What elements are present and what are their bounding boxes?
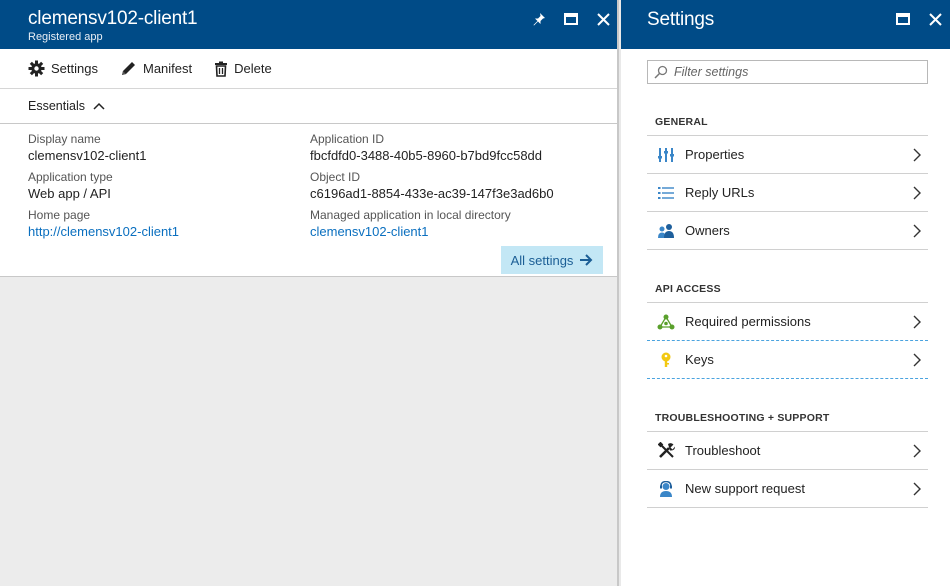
application-type-label: Application type (28, 170, 113, 184)
display-name-value: clemensv102-client1 (28, 148, 147, 163)
manifest-command[interactable]: Manifest (120, 60, 192, 77)
essentials-toggle[interactable]: Essentials (0, 89, 617, 124)
general-section: GENERAL Properties Reply URLs Owners (647, 109, 928, 250)
display-name-label: Display name (28, 132, 101, 146)
settings-item-label: Keys (685, 352, 714, 367)
app-blade-content: Settings Manifest Delete Essentials Disp… (0, 49, 617, 277)
chevron-right-icon (913, 482, 921, 496)
settings-item-new-support-request[interactable]: New support request (647, 470, 928, 508)
chevron-right-icon (913, 444, 921, 458)
settings-item-owners[interactable]: Owners (647, 212, 928, 250)
arrow-right-icon (580, 254, 593, 266)
settings-item-label: Reply URLs (685, 185, 755, 200)
settings-command[interactable]: Settings (28, 60, 98, 77)
app-blade-header: clemensv102-client1 Registered app (0, 0, 617, 49)
settings-item-troubleshoot[interactable]: Troubleshoot (647, 432, 928, 470)
managed-app-label: Managed application in local directory (310, 208, 511, 222)
essentials-panel: Display name clemensv102-client1 Applica… (0, 124, 617, 274)
home-page-link[interactable]: http://clemensv102-client1 (28, 223, 179, 240)
all-settings-label: All settings (510, 252, 574, 268)
chevron-right-icon (913, 353, 921, 367)
settings-item-required-permissions[interactable]: Required permissions (647, 303, 928, 341)
section-heading: TROUBLESHOOTING + SUPPORT (647, 405, 928, 432)
application-id-label: Application ID (310, 132, 385, 146)
home-page-label: Home page (28, 208, 91, 222)
properties-icon (657, 146, 675, 164)
tools-icon (657, 442, 675, 460)
settings-item-label: Troubleshoot (685, 443, 761, 458)
app-blade: clemensv102-client1 Registered app Setti… (0, 0, 619, 586)
chevron-right-icon (913, 315, 921, 329)
settings-item-keys[interactable]: Keys (647, 341, 928, 379)
chevron-right-icon (913, 186, 921, 200)
pencil-icon (121, 62, 135, 75)
troubleshooting-section: TROUBLESHOOTING + SUPPORT Troubleshoot N… (647, 405, 928, 508)
section-heading: API ACCESS (647, 276, 928, 303)
chevron-up-icon (93, 102, 105, 110)
settings-item-reply-urls[interactable]: Reply URLs (647, 174, 928, 212)
maximize-icon[interactable] (555, 8, 587, 30)
settings-item-label: New support request (685, 481, 805, 496)
managed-app-link[interactable]: clemensv102-client1 (310, 223, 511, 240)
settings-command-label: Settings (51, 61, 98, 76)
essentials-label: Essentials (28, 99, 85, 113)
managed-app-field: Managed application in local directory c… (310, 208, 511, 240)
support-icon (657, 480, 675, 498)
close-icon[interactable] (919, 8, 950, 30)
settings-blade: Settings GENERAL Properties Reply (621, 0, 950, 586)
settings-item-properties[interactable]: Properties (647, 136, 928, 174)
settings-item-label: Required permissions (685, 314, 811, 329)
display-name-field: Display name clemensv102-client1 (28, 132, 147, 164)
key-icon (657, 351, 675, 369)
delete-command-label: Delete (234, 61, 272, 76)
list-icon (657, 184, 675, 202)
settings-item-label: Properties (685, 147, 745, 162)
api-access-section: API ACCESS Required permissions Keys (647, 276, 928, 379)
chevron-right-icon (913, 148, 921, 162)
application-id-value: fbcfdfd0-3488-40b5-8960-b7bd9fcc58dd (310, 148, 543, 163)
command-bar: Settings Manifest Delete (0, 49, 617, 89)
maximize-icon[interactable] (887, 8, 919, 30)
settings-item-label: Owners (685, 223, 730, 238)
application-id-field: Application ID fbcfdfd0-3488-40b5-8960-b… (310, 132, 542, 164)
search-icon (654, 65, 668, 79)
application-type-value: Web app / API (28, 186, 111, 201)
home-page-field: Home page http://clemensv102-client1 (28, 208, 179, 240)
filter-settings-input[interactable] (674, 65, 914, 79)
pin-icon[interactable] (523, 8, 555, 30)
app-subtitle: Registered app (28, 31, 103, 43)
chevron-right-icon (913, 224, 921, 238)
section-heading: GENERAL (647, 109, 928, 136)
all-settings-button[interactable]: All settings (501, 246, 603, 274)
filter-settings-box[interactable] (647, 60, 928, 84)
settings-blade-header: Settings (621, 0, 950, 49)
delete-command[interactable]: Delete (214, 61, 272, 77)
object-id-value: c6196ad1-8854-433e-ac39-147f3e3ad6b0 (310, 186, 554, 201)
manifest-command-label: Manifest (142, 61, 193, 76)
close-icon[interactable] (587, 8, 619, 30)
object-id-field: Object ID c6196ad1-8854-433e-ac39-147f3e… (310, 170, 554, 202)
object-id-label: Object ID (310, 170, 361, 184)
trash-icon (215, 61, 228, 77)
owners-icon (657, 222, 675, 240)
application-type-field: Application type Web app / API (28, 170, 113, 202)
permissions-icon (657, 313, 675, 331)
gear-icon (28, 60, 45, 77)
